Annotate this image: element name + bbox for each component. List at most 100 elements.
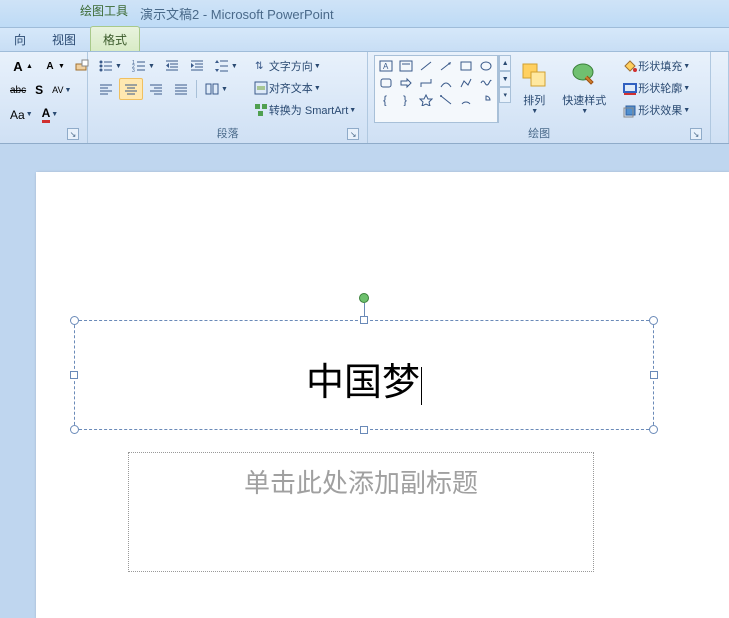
align-justify-button[interactable] <box>169 78 193 100</box>
effects-icon <box>622 102 638 118</box>
changecase-button[interactable]: Aa▼ <box>6 105 37 125</box>
handle-n[interactable] <box>360 316 368 324</box>
decrease-font-button[interactable]: A▼ <box>38 55 69 77</box>
columns-button[interactable]: ▼ <box>200 78 232 100</box>
handle-s[interactable] <box>360 426 368 434</box>
title-text[interactable]: 中国梦 <box>75 321 653 406</box>
increase-indent-button[interactable] <box>185 55 209 77</box>
shape-effects-button[interactable]: 形状效果▼ <box>617 99 695 121</box>
shape-textbox[interactable]: A <box>377 58 395 74</box>
slide-canvas[interactable]: 中国梦 单击此处添加副标题 <box>0 144 729 618</box>
replace-button[interactable]: ab <box>717 77 725 97</box>
font-group: A▲ A▼ abc S AV▼ Aa▼ A▼ ↘ <box>0 52 88 143</box>
alignright-icon <box>148 81 164 97</box>
decrease-indent-button[interactable] <box>160 55 184 77</box>
fill-icon <box>622 58 638 74</box>
spacing-button[interactable]: AV▼ <box>48 82 75 98</box>
linespacing-icon <box>214 58 230 74</box>
shape-star[interactable] <box>417 92 435 108</box>
numbering-button[interactable]: 123▼ <box>127 55 159 77</box>
shape-line[interactable] <box>417 58 435 74</box>
gallery-more-button[interactable]: ▾ <box>499 87 511 103</box>
document-title: 演示文稿2 - Microsoft PowerPoint <box>140 4 334 23</box>
shape-connector[interactable] <box>417 75 435 91</box>
quick-styles-button[interactable]: 快速样式 ▼ <box>557 55 611 123</box>
svg-text:A: A <box>383 62 389 71</box>
fontcolor-button[interactable]: A▼ <box>38 103 63 126</box>
textdir-icon: ⇅ <box>253 58 269 74</box>
rotate-handle[interactable] <box>359 293 369 303</box>
line-spacing-button[interactable]: ▼ <box>210 55 242 77</box>
shape-outline-button[interactable]: 形状轮廓▼ <box>617 77 695 99</box>
handle-sw[interactable] <box>70 425 79 434</box>
shape-arrowblock[interactable] <box>397 75 415 91</box>
separator <box>196 80 197 98</box>
bullets-icon <box>98 58 114 74</box>
svg-text:⇅: ⇅ <box>255 61 263 72</box>
shape-fill-button[interactable]: 形状填充▼ <box>617 55 695 77</box>
columns-icon <box>204 81 220 97</box>
handle-nw[interactable] <box>70 316 79 325</box>
outline-icon <box>622 80 638 96</box>
align-center-button[interactable] <box>119 78 143 100</box>
shape-textbox2[interactable] <box>397 58 415 74</box>
shape-oval[interactable] <box>477 58 495 74</box>
align-text-button[interactable]: 对齐文本▼ <box>248 77 361 99</box>
handle-se[interactable] <box>649 425 658 434</box>
shape-pie[interactable] <box>477 92 495 108</box>
select-button[interactable] <box>717 99 725 119</box>
drawing-dialog-launcher[interactable]: ↘ <box>690 128 702 140</box>
shape-arrow[interactable] <box>437 58 455 74</box>
align-left-button[interactable] <box>94 78 118 100</box>
smartart-icon <box>253 102 269 118</box>
bullets-button[interactable]: ▼ <box>94 55 126 77</box>
shape-roundrect[interactable] <box>377 75 395 91</box>
align-right-button[interactable] <box>144 78 168 100</box>
smartart-button[interactable]: 转换为 SmartArt▼ <box>248 99 361 121</box>
subtitle-placeholder[interactable]: 单击此处添加副标题 <box>128 452 594 572</box>
svg-text:{: { <box>383 94 387 106</box>
rotate-connector <box>364 303 365 317</box>
gallery-down-button[interactable]: ▼ <box>499 71 511 87</box>
aligncenter-icon <box>123 81 139 97</box>
gallery-up-button[interactable]: ▲ <box>499 55 511 71</box>
shape-rbrace[interactable]: } <box>397 92 415 108</box>
paragraph-dialog-launcher[interactable]: ↘ <box>347 128 359 140</box>
shapes-gallery[interactable]: A <box>374 55 498 123</box>
arrange-icon <box>518 59 550 91</box>
find-button[interactable] <box>717 55 725 75</box>
ribbon: A▲ A▼ abc S AV▼ Aa▼ A▼ ↘ ▼ <box>0 52 729 144</box>
increase-font-button[interactable]: A▲ <box>6 55 37 77</box>
context-tab-label: 绘图工具 <box>80 2 128 19</box>
alignleft-icon <box>98 81 114 97</box>
title-placeholder[interactable]: 中国梦 <box>74 320 654 430</box>
text-direction-button[interactable]: ⇅ 文字方向▼ <box>248 55 361 77</box>
paragraph-group: ▼ 123▼ ▼ ▼ ⇅ 文字方向▼ <box>88 52 368 143</box>
shape-curve[interactable] <box>437 75 455 91</box>
gallery-scrollbar: ▲ ▼ ▾ <box>498 55 511 123</box>
font-dialog-launcher[interactable]: ↘ <box>67 128 79 140</box>
quickstyle-icon <box>568 59 600 91</box>
tab-partial[interactable]: 向 <box>2 27 38 51</box>
arrange-button[interactable]: 排列 ▼ <box>513 55 555 123</box>
tab-format[interactable]: 格式 <box>90 26 140 51</box>
handle-w[interactable] <box>70 371 78 379</box>
strike-button[interactable]: abc <box>6 82 30 99</box>
font-group-label: ↘ <box>6 139 81 142</box>
numbering-icon: 123 <box>131 58 147 74</box>
shape-arc[interactable] <box>457 92 475 108</box>
handle-e[interactable] <box>650 371 658 379</box>
handle-ne[interactable] <box>649 316 658 325</box>
shape-rect[interactable] <box>457 58 475 74</box>
shape-scribble[interactable] <box>477 75 495 91</box>
paragraph-group-label: 段落 ↘ <box>94 123 361 142</box>
svg-text:3: 3 <box>132 68 135 74</box>
drawing-group-label: 绘图 ↘ <box>374 123 704 142</box>
shadow-button[interactable]: S <box>31 80 47 100</box>
shape-freeform[interactable] <box>457 75 475 91</box>
shape-connector2[interactable] <box>437 92 455 108</box>
shape-lbrace[interactable]: { <box>377 92 395 108</box>
tab-view[interactable]: 视图 <box>40 27 88 51</box>
slide[interactable]: 中国梦 单击此处添加副标题 <box>36 172 729 618</box>
indent-icon <box>189 58 205 74</box>
